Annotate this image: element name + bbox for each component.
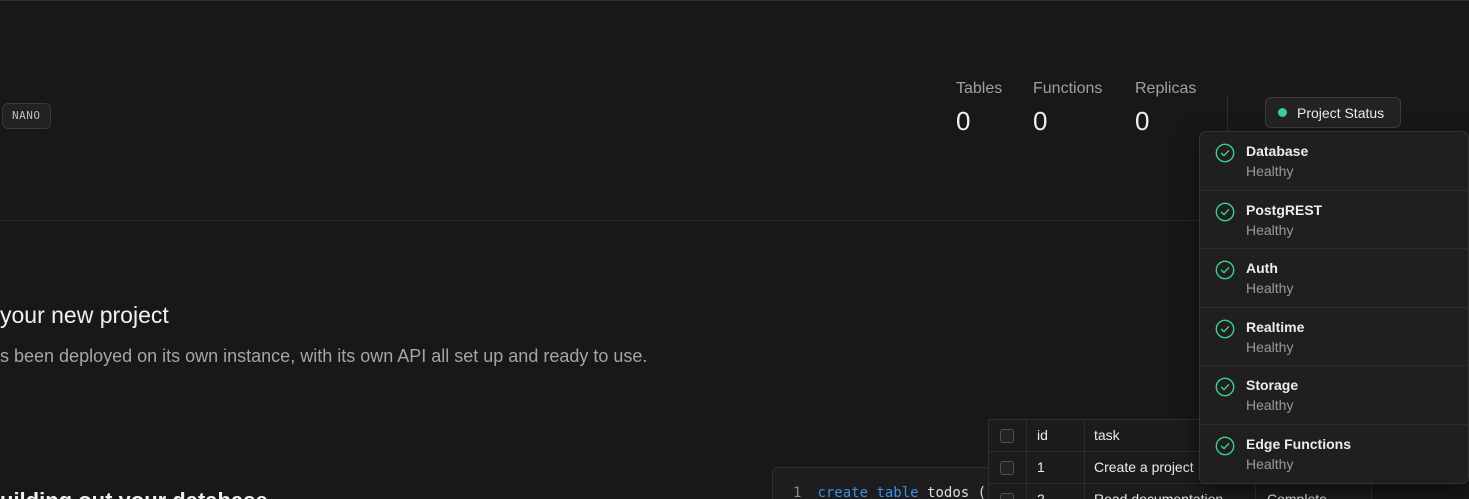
service-name: Storage: [1246, 377, 1299, 394]
cell-id: 1: [1037, 459, 1045, 475]
service-state: Healthy: [1246, 397, 1294, 414]
check-circle-icon: [1215, 377, 1235, 397]
service-state: Healthy: [1246, 280, 1294, 297]
check-circle-icon: [1215, 319, 1235, 339]
service-name: Realtime: [1246, 318, 1305, 335]
code-identifier: todos (: [927, 485, 987, 499]
code-keyword: table: [876, 485, 919, 499]
code-line: 1 create table todos (: [793, 485, 986, 499]
service-name: Auth: [1246, 260, 1278, 277]
status-item-edge-functions[interactable]: Edge Functions Healthy: [1200, 425, 1468, 483]
check-circle-icon: [1215, 143, 1235, 163]
status-item-postgrest[interactable]: PostgREST Healthy: [1200, 191, 1468, 250]
cell-task: Read documentation: [1094, 491, 1224, 499]
stat-label: Replicas: [1135, 80, 1197, 97]
column-header-task: task: [1094, 427, 1120, 443]
status-item-realtime[interactable]: Realtime Healthy: [1200, 308, 1468, 367]
select-all-checkbox[interactable]: [1000, 429, 1014, 443]
stat-value: 0: [1033, 106, 1048, 136]
service-name: Database: [1246, 143, 1309, 159]
column-divider: [1084, 420, 1085, 499]
page-subtitle: s been deployed on its own instance, wit…: [0, 346, 648, 366]
stat-label: Tables: [956, 80, 1003, 97]
status-item-storage[interactable]: Storage Healthy: [1200, 366, 1468, 425]
cell-status: Complete: [1267, 491, 1327, 499]
stat-functions[interactable]: Functions 0: [1033, 80, 1102, 137]
service-state: Healthy: [1246, 221, 1294, 238]
status-dot-icon: [1278, 108, 1287, 117]
check-circle-icon: [1215, 202, 1235, 221]
table-row: 2 Read documentation Complete: [989, 484, 1371, 499]
section-title: uilding out your database: [0, 488, 268, 499]
header-divider: [1227, 95, 1228, 133]
stat-value: 0: [956, 106, 971, 136]
check-circle-icon: [1215, 436, 1235, 456]
service-state: Healthy: [1246, 338, 1294, 355]
service-state: Healthy: [1246, 456, 1294, 472]
status-item-database[interactable]: Database Healthy: [1200, 132, 1468, 191]
service-name: PostgREST: [1246, 201, 1323, 218]
column-divider: [1026, 420, 1027, 499]
status-item-auth[interactable]: Auth Healthy: [1200, 249, 1468, 308]
page-title: your new project: [0, 302, 169, 328]
stat-value: 0: [1135, 106, 1150, 136]
line-number: 1: [793, 485, 802, 499]
service-name: Edge Functions: [1246, 436, 1351, 452]
code-keyword: create: [817, 485, 869, 499]
stat-replicas[interactable]: Replicas 0: [1135, 80, 1196, 137]
check-circle-icon: [1215, 260, 1235, 280]
column-header-id: id: [1037, 427, 1048, 443]
project-status-button[interactable]: Project Status: [1265, 97, 1401, 128]
row-checkbox[interactable]: [1000, 461, 1014, 475]
stat-tables[interactable]: Tables 0: [956, 80, 1002, 137]
service-state: Healthy: [1246, 163, 1294, 179]
cell-id: 2: [1037, 491, 1045, 499]
stat-label: Functions: [1033, 80, 1103, 97]
row-checkbox[interactable]: [1000, 493, 1014, 499]
tier-badge: NANO: [2, 103, 51, 129]
project-status-dropdown: Database Healthy PostgREST Healthy Auth …: [1199, 131, 1469, 484]
project-status-label: Project Status: [1297, 104, 1385, 121]
